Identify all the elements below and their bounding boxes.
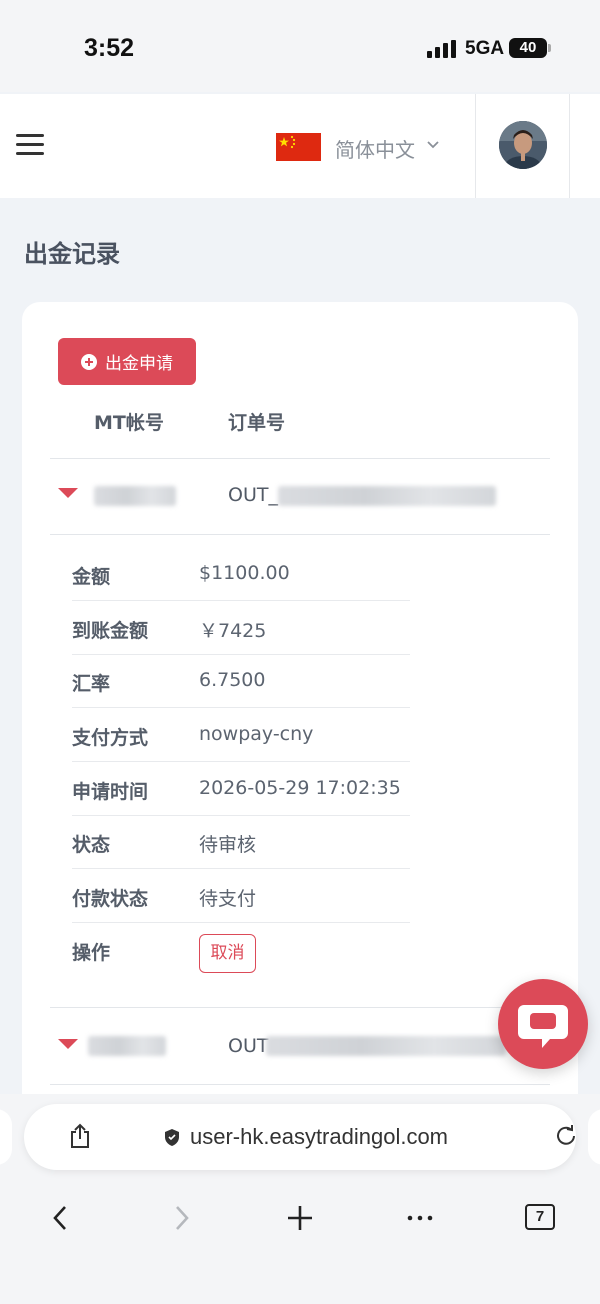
detail-label-status: 状态 (72, 834, 111, 856)
menu-icon[interactable] (16, 134, 44, 156)
detail-value-exchange-rate: 6.7500 (199, 669, 266, 691)
url-text[interactable]: user-hk.easytradingol.com (190, 1124, 448, 1150)
detail-value-received-amount: ￥7425 (199, 620, 267, 642)
status-time: 3:52 (84, 34, 135, 62)
detail-label-payment-method: 支付方式 (72, 727, 149, 749)
order-number: OUT_ (228, 484, 278, 506)
mt-account-redacted (94, 486, 176, 506)
network-label: 5GA (465, 38, 505, 59)
chat-bubble-icon (518, 1005, 568, 1048)
withdrawal-records-card: 出金申请 MT帐号 订单号 OUT_ 金额 $1100.00 到账金额 ￥742… (22, 302, 578, 1122)
forward-icon[interactable] (166, 1203, 196, 1233)
divider (72, 600, 410, 601)
signal-icon (427, 40, 459, 58)
app-header: 简体中文 (0, 94, 600, 198)
divider (50, 458, 550, 459)
divider (72, 707, 410, 708)
divider (50, 1007, 550, 1008)
detail-label-exchange-rate: 汇率 (72, 673, 111, 695)
detail-label-action: 操作 (72, 942, 111, 964)
withdrawal-apply-label: 出金申请 (105, 354, 173, 374)
row-collapse-caret-icon[interactable] (58, 488, 78, 498)
detail-value-apply-time: 2026-05-29 17:02:35 (199, 777, 401, 799)
detail-value-amount: $1100.00 (199, 562, 290, 584)
header-divider (569, 94, 570, 198)
new-tab-icon[interactable] (285, 1203, 315, 1233)
chat-button[interactable] (498, 979, 588, 1069)
divider (72, 654, 410, 655)
detail-label-apply-time: 申请时间 (72, 781, 149, 803)
mt-account-redacted (88, 1036, 166, 1056)
plus-circle-icon (81, 353, 97, 370)
divider (50, 1084, 550, 1085)
china-flag-icon[interactable] (276, 133, 321, 161)
share-icon[interactable] (68, 1123, 92, 1149)
battery-level: 40 (519, 39, 537, 56)
order-number: OUT (228, 1035, 269, 1057)
row-expand-caret-icon[interactable] (58, 1039, 78, 1049)
page-title: 出金记录 (24, 240, 120, 268)
detail-label-payment-status: 付款状态 (72, 888, 149, 910)
detail-label-received-amount: 到账金额 (72, 620, 149, 642)
address-bar[interactable]: user-hk.easytradingol.com (24, 1104, 576, 1170)
withdrawal-apply-button[interactable]: 出金申请 (58, 338, 196, 385)
language-selector[interactable]: 简体中文 (335, 134, 415, 163)
battery-icon: 40 (509, 38, 551, 58)
order-number-redacted (266, 1036, 506, 1056)
divider (72, 868, 410, 869)
divider (50, 534, 550, 535)
detail-value-payment-method: nowpay-cny (199, 723, 314, 745)
more-menu-icon[interactable] (405, 1203, 435, 1233)
divider (72, 922, 410, 923)
reload-icon[interactable] (554, 1124, 578, 1148)
detail-value-status: 待审核 (199, 834, 257, 856)
avatar[interactable] (499, 121, 547, 169)
next-tab-preview[interactable] (588, 1109, 600, 1165)
divider (72, 815, 410, 816)
chevron-down-icon[interactable] (427, 138, 439, 152)
tabs-count-button[interactable]: 7 (525, 1204, 555, 1230)
divider (72, 761, 410, 762)
column-header-order-number: 订单号 (228, 412, 286, 434)
order-number-redacted (278, 486, 496, 506)
detail-label-amount: 金额 (72, 566, 111, 588)
detail-value-payment-status: 待支付 (199, 888, 257, 910)
shield-icon (165, 1129, 179, 1146)
cancel-button[interactable]: 取消 (199, 934, 256, 973)
status-bar: 3:52 5GA 40 (0, 0, 600, 92)
header-divider (475, 94, 476, 198)
column-header-mt-account: MT帐号 (94, 412, 164, 434)
back-icon[interactable] (46, 1203, 76, 1233)
